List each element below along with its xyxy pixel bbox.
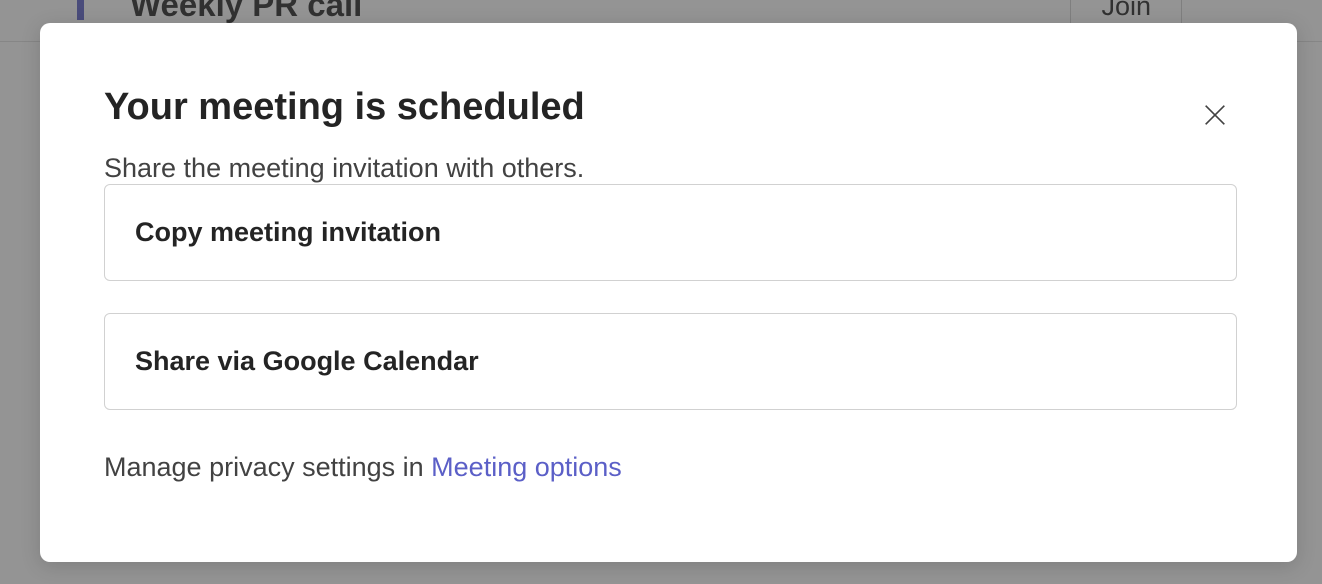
share-google-calendar-label: Share via Google Calendar	[135, 346, 479, 377]
meeting-scheduled-dialog: Your meeting is scheduled Share the meet…	[40, 23, 1297, 562]
copy-invitation-label: Copy meeting invitation	[135, 217, 441, 248]
dialog-title: Your meeting is scheduled	[104, 85, 1237, 131]
meeting-options-link[interactable]: Meeting options	[431, 452, 622, 482]
privacy-settings-text: Manage privacy settings in Meeting optio…	[104, 452, 1237, 483]
dialog-subtitle: Share the meeting invitation with others…	[104, 153, 1237, 184]
copy-invitation-button[interactable]: Copy meeting invitation	[104, 184, 1237, 281]
privacy-prefix: Manage privacy settings in	[104, 452, 431, 482]
close-icon	[1201, 101, 1229, 129]
share-google-calendar-button[interactable]: Share via Google Calendar	[104, 313, 1237, 410]
close-button[interactable]	[1195, 95, 1235, 135]
